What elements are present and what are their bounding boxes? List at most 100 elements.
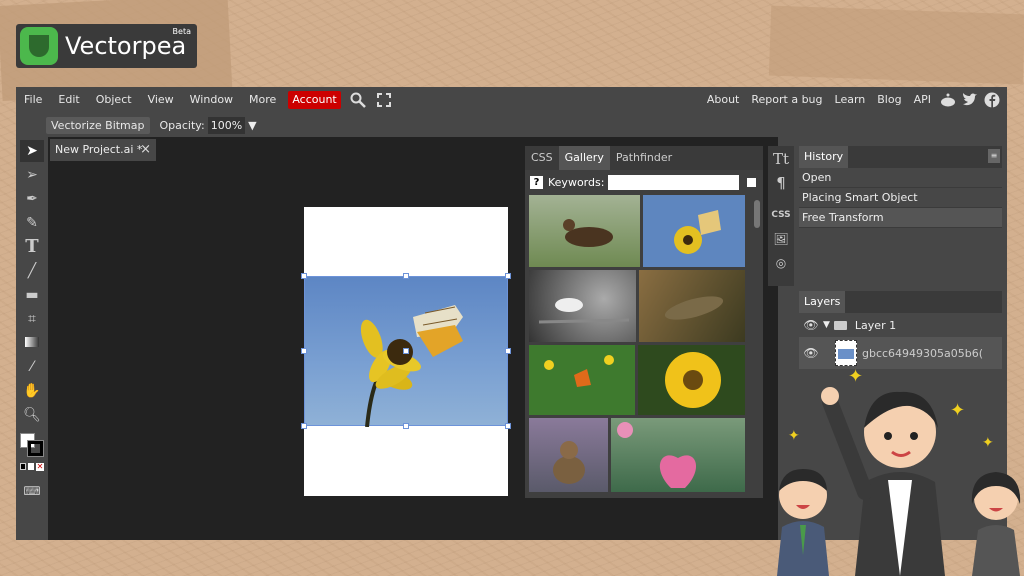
menu-blog[interactable]: Blog [871, 87, 907, 113]
pen-tool-icon[interactable]: ✒ [20, 188, 44, 210]
transform-handle[interactable] [301, 348, 307, 354]
menu-learn[interactable]: Learn [829, 87, 872, 113]
transform-handle[interactable] [403, 423, 409, 429]
gallery-thumb-sunflower[interactable] [638, 345, 745, 415]
document-title: New Project.ai * [55, 143, 143, 156]
gallery-thumbnails [529, 195, 745, 492]
visibility-eye-icon[interactable]: 👁︎ [799, 346, 823, 360]
account-button[interactable]: Account [288, 91, 341, 109]
layers-title[interactable]: Layers [799, 291, 846, 313]
history-title[interactable]: History [799, 146, 849, 168]
close-tab-icon[interactable]: × [140, 139, 151, 161]
paragraph-panel-icon[interactable]: ¶ [768, 172, 794, 194]
default-colors-icon[interactable]: ✕ [20, 463, 44, 473]
gallery-thumb-cat[interactable] [529, 418, 608, 492]
layer-row-folder[interactable]: 👁︎ ▼ Layer 1 [799, 313, 1002, 337]
transform-handle[interactable] [301, 423, 307, 429]
transform-handle[interactable] [403, 273, 409, 279]
add-anchor-tool-icon[interactable]: ✎ [20, 212, 44, 234]
cartoon-character-pointing [820, 362, 970, 576]
css-panel-icon[interactable]: CSS [768, 204, 794, 226]
stroke-swatch[interactable] [27, 440, 44, 457]
line-tool-icon[interactable]: ╱ [20, 260, 44, 282]
chevron-down-icon[interactable]: ▼ [823, 320, 830, 330]
opacity-label: Opacity: [159, 118, 205, 132]
tab-gallery[interactable]: Gallery [558, 146, 610, 170]
gallery-thumb-butterfly[interactable] [643, 195, 745, 267]
keyboard-icon[interactable]: ⌨ [20, 480, 44, 502]
keywords-row: ? Keywords: [525, 170, 763, 194]
twitter-icon[interactable] [959, 89, 981, 111]
options-bar: Vectorize Bitmap Opacity: 100% ▼ [16, 113, 1007, 137]
tools-panel: ➤ ➢ ✒ ✎ T ╱ ▬ ⌗ ⁄ ✋ 🔍︎ ✕ ⌨ [16, 137, 48, 540]
history-item-place[interactable]: Placing Smart Object [799, 188, 1002, 208]
document-tab[interactable]: New Project.ai * × [50, 139, 156, 161]
menu-object[interactable]: Object [88, 87, 140, 113]
panel-icon-strip: Tt ¶ CSS 🖼︎ ◎ [768, 146, 794, 286]
transform-handle[interactable] [505, 273, 511, 279]
sparkle-icon: ✦ [848, 366, 864, 387]
transform-handle[interactable] [505, 348, 511, 354]
vectorize-bitmap-button[interactable]: Vectorize Bitmap [46, 116, 150, 134]
gallery-thumb-lotus[interactable] [611, 418, 745, 492]
tab-pathfinder[interactable]: Pathfinder [610, 146, 678, 170]
gradient-tool-icon[interactable] [20, 332, 44, 354]
artboard[interactable] [301, 207, 511, 496]
sparkle-icon: ✦ [788, 428, 800, 444]
transform-handle[interactable] [301, 273, 307, 279]
menubar: File Edit Object View Window More Accoun… [16, 87, 1007, 113]
pathfinder-panel-icon[interactable]: ◎ [768, 252, 794, 274]
rectangle-tool-icon[interactable]: ▬ [20, 284, 44, 306]
hand-tool-icon[interactable]: ✋ [20, 380, 44, 402]
gallery-panel: CSS Gallery Pathfinder ? Keywords: [525, 146, 763, 498]
opacity-dropdown-icon[interactable]: ▼ [248, 119, 256, 132]
background-paper-scrap [768, 5, 1024, 85]
search-icon[interactable] [347, 89, 369, 111]
menu-window[interactable]: Window [182, 87, 241, 113]
panel-menu-icon[interactable]: ≡ [988, 149, 1000, 163]
keywords-checkbox[interactable] [747, 177, 757, 187]
vectorpea-logo-icon [20, 27, 58, 65]
history-item-transform[interactable]: Free Transform [799, 208, 1002, 228]
character-panel-icon[interactable]: Tt [768, 148, 794, 170]
facebook-icon[interactable] [981, 89, 1003, 111]
history-item-open[interactable]: Open [799, 168, 1002, 188]
type-tool-icon[interactable]: T [20, 236, 44, 258]
opacity-input[interactable]: 100% [207, 116, 246, 134]
menu-about[interactable]: About [701, 87, 746, 113]
selection-tool-icon[interactable]: ➤ [20, 140, 44, 162]
help-icon[interactable]: ? [530, 175, 543, 189]
direct-selection-tool-icon[interactable]: ➢ [20, 164, 44, 186]
gallery-thumb-lizard[interactable] [639, 270, 745, 342]
logo-text: Vectorpea [65, 32, 187, 60]
vectorpea-logo[interactable]: Vectorpea Beta [16, 24, 197, 68]
visibility-eye-icon[interactable]: 👁︎ [799, 318, 823, 332]
reddit-icon[interactable] [937, 89, 959, 111]
gallery-thumb-bird-bw[interactable] [529, 270, 636, 342]
transform-handle[interactable] [505, 423, 511, 429]
keywords-label: Keywords: [548, 175, 605, 189]
cartoon-character-cheering-left [772, 455, 834, 576]
gallery-thumb-eagle[interactable] [529, 195, 640, 267]
menu-view[interactable]: View [140, 87, 182, 113]
layer-name: gbcc64949305a05b6( [862, 346, 984, 360]
gallery-scrollbar[interactable] [754, 200, 760, 228]
history-panel: History Open Placing Smart Object Free T… [799, 146, 1002, 286]
keywords-input[interactable] [608, 174, 740, 190]
tab-css[interactable]: CSS [525, 146, 559, 170]
menu-api[interactable]: API [908, 87, 937, 113]
gallery-thumb-flowers-butterfly[interactable] [529, 345, 635, 415]
menu-edit[interactable]: Edit [50, 87, 87, 113]
menu-more[interactable]: More [241, 87, 284, 113]
image-panel-icon[interactable]: 🖼︎ [768, 228, 794, 250]
menu-report-bug[interactable]: Report a bug [745, 87, 828, 113]
crop-tool-icon[interactable]: ⌗ [20, 308, 44, 330]
fill-stroke-swatches[interactable] [20, 433, 44, 457]
menu-file[interactable]: File [16, 87, 50, 113]
fullscreen-icon[interactable] [373, 89, 395, 111]
zoom-tool-icon[interactable]: 🔍︎ [20, 404, 44, 426]
transform-handle[interactable] [403, 348, 409, 354]
eyedropper-tool-icon[interactable]: ⁄ [20, 356, 44, 378]
beta-badge: Beta [172, 27, 191, 36]
folder-icon [833, 320, 847, 330]
